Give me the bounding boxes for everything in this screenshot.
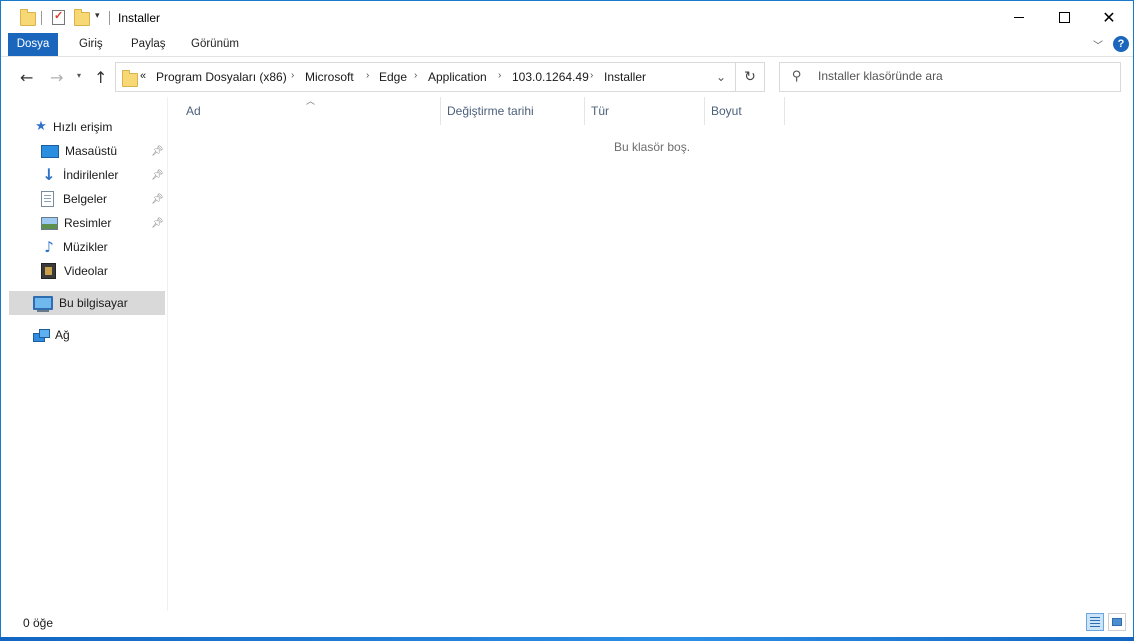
- navigation-bar: ← → ▾ ↑ « Program Dosyaları (x86) › Micr…: [1, 57, 1133, 97]
- breadcrumb-microsoft[interactable]: Microsoft: [305, 70, 354, 84]
- refresh-button[interactable]: ↻: [736, 62, 765, 92]
- breadcrumb-separator-icon[interactable]: ›: [366, 70, 369, 81]
- up-arrow-icon[interactable]: ↑: [94, 68, 107, 87]
- help-icon[interactable]: ?: [1113, 36, 1129, 52]
- close-icon: ✕: [1102, 7, 1116, 27]
- file-list[interactable]: ︿ Ad Değiştirme tarihi Tür Boyut Bu klas…: [168, 97, 1133, 611]
- address-dropdown-icon[interactable]: ⌄: [716, 70, 726, 84]
- breadcrumb-separator-icon[interactable]: ›: [498, 70, 501, 81]
- ribbon-tabs: Dosya Giriş Paylaş Görünüm ﹀ ?: [1, 33, 1133, 57]
- sidebar-item-label: Resimler: [64, 216, 112, 230]
- breadcrumb-application[interactable]: Application: [428, 70, 487, 84]
- sidebar-item-label: Hızlı erişim: [53, 120, 113, 134]
- sidebar-item-quick-access[interactable]: ★ Hızlı erişim: [33, 115, 112, 139]
- close-button[interactable]: ✕: [1086, 1, 1132, 33]
- pin-icon[interactable]: 📌︎: [151, 146, 164, 157]
- tab-file[interactable]: Dosya: [8, 33, 58, 56]
- details-view-button[interactable]: [1086, 613, 1104, 631]
- item-count: 0 öğe: [23, 616, 54, 630]
- expand-ribbon-icon[interactable]: ﹀: [1093, 37, 1103, 52]
- breadcrumb-overflow[interactable]: «: [140, 70, 146, 82]
- network-icon: [33, 329, 50, 342]
- breadcrumb-installer[interactable]: Installer: [604, 70, 646, 84]
- title-separator: [109, 11, 110, 25]
- pin-icon[interactable]: 📌︎: [151, 194, 164, 205]
- address-folder-icon: [122, 70, 138, 87]
- forward-arrow-icon[interactable]: →: [50, 68, 63, 87]
- empty-folder-message: Bu klasör boş.: [614, 140, 691, 154]
- sidebar-item-pictures[interactable]: Resimler: [41, 211, 111, 235]
- star-icon: ★: [35, 119, 47, 134]
- tab-view[interactable]: Görünüm: [183, 33, 247, 56]
- pictures-icon: [41, 216, 58, 230]
- properties-icon[interactable]: [52, 9, 65, 25]
- sidebar-item-label: Ağ: [55, 328, 70, 342]
- sidebar-item-label: Bu bilgisayar: [59, 296, 128, 310]
- customize-quick-access-icon[interactable]: ▾: [95, 10, 100, 21]
- search-box[interactable]: ⚲: [779, 62, 1121, 92]
- refresh-icon: ↻: [744, 69, 756, 85]
- title-bar: ▾ Installer ✕: [1, 1, 1133, 33]
- search-icon: ⚲: [792, 69, 802, 84]
- music-icon: ♪: [44, 238, 54, 256]
- column-header-date[interactable]: Değiştirme tarihi: [441, 97, 585, 125]
- tab-home[interactable]: Giriş: [71, 33, 111, 56]
- breadcrumb-separator-icon[interactable]: ›: [291, 70, 294, 81]
- sidebar-item-music[interactable]: ♪ Müzikler: [41, 235, 108, 259]
- recent-locations-icon[interactable]: ▾: [77, 71, 81, 80]
- column-header-size[interactable]: Boyut: [705, 97, 785, 125]
- sidebar-item-label: Belgeler: [63, 192, 108, 206]
- desktop-icon: [41, 145, 59, 158]
- sidebar-item-downloads[interactable]: ↓ İndirilenler: [41, 163, 118, 187]
- downloads-icon: ↓: [42, 165, 56, 184]
- breadcrumb-separator-icon[interactable]: ›: [590, 70, 593, 81]
- sidebar-item-desktop[interactable]: Masaüstü: [41, 139, 117, 163]
- videos-icon: [41, 263, 56, 279]
- quick-access-separator: [41, 11, 42, 25]
- sidebar-item-label: Müzikler: [63, 240, 108, 254]
- breadcrumb-separator-icon[interactable]: ›: [414, 70, 417, 81]
- status-bar: 0 öğe: [1, 611, 1133, 635]
- maximize-icon: [1058, 11, 1070, 23]
- address-bar[interactable]: « Program Dosyaları (x86) › Microsoft › …: [115, 62, 736, 92]
- minimize-icon: [1014, 16, 1024, 18]
- sidebar-item-label: İndirilenler: [63, 168, 119, 182]
- computer-icon: [33, 296, 53, 312]
- minimize-button[interactable]: [996, 1, 1042, 33]
- sidebar-item-videos[interactable]: Videolar: [41, 259, 108, 283]
- new-folder-icon[interactable]: [74, 9, 90, 26]
- folder-icon: [20, 9, 36, 26]
- breadcrumb-edge[interactable]: Edge: [379, 70, 407, 84]
- documents-icon: [41, 191, 54, 207]
- tab-share[interactable]: Paylaş: [123, 33, 174, 56]
- pin-icon[interactable]: 📌︎: [151, 218, 164, 229]
- breadcrumb-version[interactable]: 103.0.1264.49: [512, 70, 589, 84]
- column-header-name[interactable]: Ad: [180, 97, 441, 125]
- breadcrumb-program-files[interactable]: Program Dosyaları (x86): [156, 70, 287, 84]
- sidebar-item-label: Masaüstü: [65, 144, 118, 158]
- large-icons-view-button[interactable]: [1108, 613, 1126, 631]
- navigation-pane: ★ Hızlı erişim Masaüstü 📌︎ ↓ İndirilenle…: [1, 97, 168, 611]
- pin-icon[interactable]: 📌︎: [151, 170, 164, 181]
- maximize-button[interactable]: [1041, 1, 1087, 33]
- sidebar-item-this-pc[interactable]: Bu bilgisayar: [9, 291, 165, 315]
- taskbar-edge: [0, 637, 1134, 641]
- sidebar-item-network[interactable]: Ağ: [33, 323, 70, 347]
- sidebar-item-documents[interactable]: Belgeler: [41, 187, 107, 211]
- column-header-type[interactable]: Tür: [585, 97, 705, 125]
- back-arrow-icon[interactable]: ←: [20, 68, 33, 87]
- search-input[interactable]: [818, 67, 1108, 85]
- sidebar-item-label: Videolar: [64, 264, 108, 278]
- window-title: Installer: [118, 11, 161, 25]
